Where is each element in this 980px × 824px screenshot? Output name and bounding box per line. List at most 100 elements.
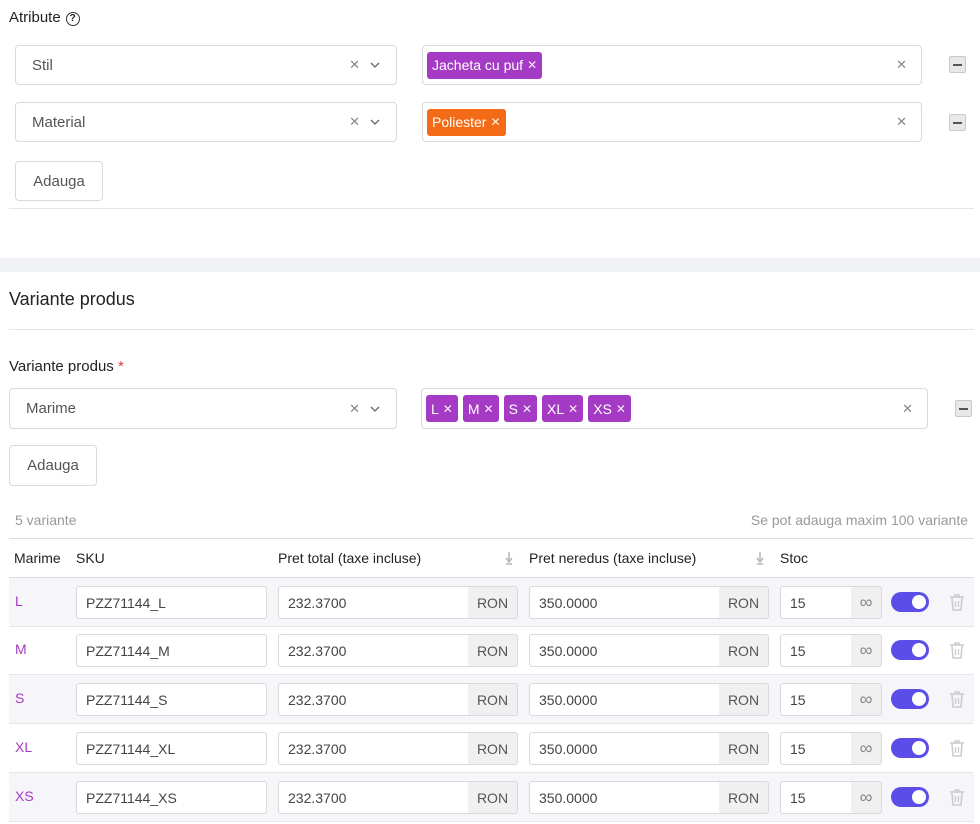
- remove-attribute-button[interactable]: [949, 114, 966, 131]
- sku-input[interactable]: PZZ71144_XL: [76, 732, 267, 765]
- attribute-select-value: Stil: [32, 56, 53, 74]
- variant-limit-text: Se pot adauga maxim 100 variante: [750, 512, 968, 528]
- clear-icon[interactable]: ✕: [902, 401, 913, 417]
- stock-input[interactable]: 15: [780, 634, 852, 667]
- remove-tag-icon[interactable]: ✕: [490, 115, 500, 129]
- attribute-values-material[interactable]: Poliester ✕ ✕: [422, 102, 922, 142]
- currency-addon: RON: [468, 683, 518, 716]
- remove-variant-button[interactable]: [955, 400, 972, 417]
- table-row: S PZZ71144_S 232.3700 RON 350.0000 RON 15 ∞: [9, 675, 974, 724]
- variant-select-value: Marime: [26, 400, 77, 417]
- sku-input[interactable]: PZZ71144_XS: [76, 781, 267, 814]
- chevron-down-icon[interactable]: [370, 60, 380, 70]
- variant-select-marime[interactable]: Marime ✕: [9, 388, 397, 429]
- variant-size: L: [15, 593, 23, 609]
- price-total-input[interactable]: 232.3700: [278, 586, 469, 619]
- add-variant-button[interactable]: Adauga: [9, 445, 97, 486]
- clear-icon[interactable]: ✕: [349, 57, 360, 73]
- trash-icon[interactable]: [949, 690, 965, 708]
- variant-values-marime[interactable]: L ✕ M ✕ S ✕ XL ✕ XS ✕ ✕: [421, 388, 928, 429]
- sku-input[interactable]: PZZ71144_L: [76, 586, 267, 619]
- remove-tag-icon[interactable]: ✕: [616, 402, 626, 416]
- minus-icon: [953, 63, 962, 66]
- currency-addon: RON: [468, 781, 518, 814]
- price-total-input[interactable]: 232.3700: [278, 683, 469, 716]
- trash-icon[interactable]: [949, 641, 965, 659]
- table-row: XL PZZ71144_XL 232.3700 RON 350.0000 RON 15 ∞: [9, 724, 974, 773]
- infinite-stock-icon[interactable]: ∞: [851, 732, 882, 765]
- variant-count: 5 variante: [15, 512, 77, 528]
- chevron-down-icon[interactable]: [370, 117, 380, 127]
- clear-icon[interactable]: ✕: [349, 401, 360, 417]
- header-size: Marime: [14, 550, 61, 566]
- trash-icon[interactable]: [949, 593, 965, 611]
- infinite-stock-icon[interactable]: ∞: [851, 683, 882, 716]
- tag-chip: L ✕: [426, 395, 458, 422]
- remove-tag-icon[interactable]: ✕: [443, 402, 453, 416]
- stock-input[interactable]: 15: [780, 732, 852, 765]
- divider: [9, 329, 974, 330]
- section-gap: [0, 258, 980, 272]
- attribute-values-stil[interactable]: Jacheta cu puf ✕ ✕: [422, 45, 922, 85]
- price-total-input[interactable]: 232.3700: [278, 781, 469, 814]
- remove-tag-icon[interactable]: ✕: [568, 402, 578, 416]
- variant-size: S: [15, 690, 25, 706]
- infinite-stock-icon[interactable]: ∞: [851, 586, 882, 619]
- currency-addon: RON: [468, 732, 518, 765]
- stock-input[interactable]: 15: [780, 586, 852, 619]
- required-mark: *: [117, 358, 124, 375]
- currency-addon: RON: [468, 586, 518, 619]
- price-undiscounted-input[interactable]: 350.0000: [529, 586, 720, 619]
- attribute-select-material[interactable]: Material ✕: [15, 102, 397, 142]
- price-total-input[interactable]: 232.3700: [278, 634, 469, 667]
- minus-icon: [953, 121, 962, 124]
- chevron-down-icon[interactable]: [370, 404, 380, 414]
- variant-active-toggle[interactable]: [891, 787, 929, 807]
- sku-input[interactable]: PZZ71144_S: [76, 683, 267, 716]
- attributes-title: Atribute?: [9, 9, 80, 26]
- price-total-input[interactable]: 232.3700: [278, 732, 469, 765]
- currency-addon: RON: [719, 634, 769, 667]
- infinite-stock-icon[interactable]: ∞: [851, 781, 882, 814]
- clear-icon[interactable]: ✕: [896, 57, 907, 73]
- variant-active-toggle[interactable]: [891, 738, 929, 758]
- sku-input[interactable]: PZZ71144_M: [76, 634, 267, 667]
- currency-addon: RON: [719, 781, 769, 814]
- variant-active-toggle[interactable]: [891, 640, 929, 660]
- remove-attribute-button[interactable]: [949, 56, 966, 73]
- variants-table-header: Marime SKU Pret total (taxe incluse) Pre…: [9, 538, 974, 578]
- table-row: L PZZ71144_L 232.3700 RON 350.0000 RON 15 ∞: [9, 578, 974, 627]
- header-price-total: Pret total (taxe incluse): [278, 550, 422, 566]
- stock-input[interactable]: 15: [780, 781, 852, 814]
- variant-active-toggle[interactable]: [891, 592, 929, 612]
- price-undiscounted-input[interactable]: 350.0000: [529, 732, 720, 765]
- sort-icon[interactable]: [755, 551, 765, 565]
- table-row: XS PZZ71144_XS 232.3700 RON 350.0000 RON 15 ∞: [9, 773, 974, 822]
- remove-tag-icon[interactable]: ✕: [527, 58, 537, 72]
- price-undiscounted-input[interactable]: 350.0000: [529, 634, 720, 667]
- add-attribute-button[interactable]: Adauga: [15, 161, 103, 201]
- tag-chip: M ✕: [462, 395, 499, 422]
- variants-field-label: Variante produs *: [9, 358, 124, 375]
- clear-icon[interactable]: ✕: [349, 114, 360, 130]
- stock-input[interactable]: 15: [780, 683, 852, 716]
- remove-tag-icon[interactable]: ✕: [522, 402, 532, 416]
- trash-icon[interactable]: [949, 788, 965, 806]
- variant-size: XS: [15, 788, 34, 804]
- attribute-select-stil[interactable]: Stil ✕: [15, 45, 397, 85]
- variant-active-toggle[interactable]: [891, 689, 929, 709]
- divider: [9, 208, 974, 209]
- attribute-select-value: Material: [32, 113, 86, 131]
- help-icon[interactable]: ?: [65, 12, 80, 26]
- tag-chip: Jacheta cu puf ✕: [427, 51, 543, 79]
- remove-tag-icon[interactable]: ✕: [484, 402, 494, 416]
- price-undiscounted-input[interactable]: 350.0000: [529, 683, 720, 716]
- variants-section-title: Variante produs: [9, 289, 135, 309]
- minus-icon: [959, 407, 968, 410]
- header-stock: Stoc: [780, 550, 809, 566]
- sort-icon[interactable]: [504, 551, 514, 565]
- price-undiscounted-input[interactable]: 350.0000: [529, 781, 720, 814]
- clear-icon[interactable]: ✕: [896, 114, 907, 130]
- infinite-stock-icon[interactable]: ∞: [851, 634, 882, 667]
- trash-icon[interactable]: [949, 739, 965, 757]
